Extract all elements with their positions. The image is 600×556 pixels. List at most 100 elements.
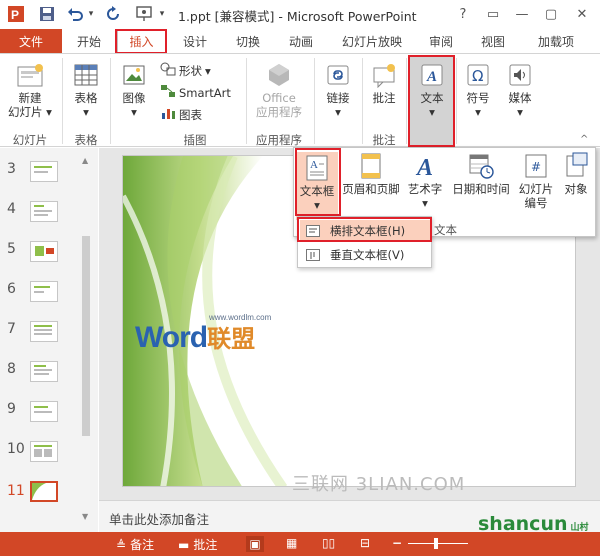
new-slide-label-2: 幻灯片 ▾: [8, 105, 52, 119]
ribbon-separator: [62, 58, 63, 144]
maximize-button[interactable]: ▢: [540, 4, 562, 24]
shancun-suffix: 山村: [570, 523, 589, 533]
slide-thumbnail[interactable]: [30, 441, 58, 462]
menu-item-horizontal-textbox[interactable]: 横排文本框(H): [300, 220, 430, 242]
office-apps-button[interactable]: Office 应用程序: [250, 62, 308, 119]
shancun-watermark: shancun 山村: [478, 513, 589, 535]
slide-thumbnail[interactable]: [30, 401, 58, 422]
scroll-down-icon[interactable]: ▼: [82, 512, 88, 521]
symbol-label: 符号: [466, 91, 490, 105]
scrollbar-thumb[interactable]: [82, 236, 90, 436]
ribbon-display-button[interactable]: ▭: [482, 4, 504, 24]
powerpoint-logo-icon[interactable]: P: [6, 5, 26, 23]
close-button[interactable]: ✕: [571, 4, 593, 24]
collapse-ribbon-icon[interactable]: ^: [580, 134, 588, 145]
zoom-out-button[interactable]: −: [392, 536, 402, 550]
image-button[interactable]: 图像 ▾: [114, 62, 154, 119]
tab-design[interactable]: 设计: [178, 29, 212, 53]
new-slide-button[interactable]: 新建 幻灯片 ▾: [4, 62, 56, 119]
slide-number: 4: [7, 201, 16, 217]
slide-number-button[interactable]: # 幻灯片 编号: [516, 152, 556, 210]
svg-text:A: A: [415, 155, 433, 180]
tab-view[interactable]: 视图: [476, 29, 510, 53]
comments-icon: ▬: [178, 537, 190, 552]
undo-icon[interactable]: [66, 5, 84, 23]
office-apps-label-2: 应用程序: [256, 105, 302, 119]
slide-number: 3: [7, 161, 16, 177]
tab-insert[interactable]: 插入: [117, 29, 166, 53]
text-button[interactable]: A 文本 ▾: [410, 57, 454, 145]
shapes-button[interactable]: 形状 ▾: [160, 62, 211, 79]
notes-toggle-button[interactable]: ≜ 备注: [116, 536, 154, 553]
zoom-slider-thumb[interactable]: [434, 538, 438, 549]
customize-qat-icon[interactable]: ▾: [156, 5, 168, 23]
tab-transitions[interactable]: 切换: [231, 29, 265, 53]
minimize-button[interactable]: —: [511, 4, 533, 24]
datetime-button[interactable]: 日期和时间: [448, 152, 514, 196]
text-label: 文本: [420, 91, 444, 105]
tab-home[interactable]: 开始: [72, 29, 106, 53]
logo-cn-text: 联盟: [207, 325, 256, 353]
header-footer-button[interactable]: 页眉和页脚: [340, 152, 402, 196]
slide-thumbnail[interactable]: [30, 281, 58, 302]
calendar-clock-icon: [467, 152, 495, 180]
new-slide-icon: [15, 62, 45, 88]
table-button[interactable]: 表格 ▾: [66, 62, 106, 119]
office-apps-label-1: Office: [262, 91, 296, 105]
shapes-label: 形状: [179, 63, 202, 78]
slide-thumbnail[interactable]: [30, 241, 58, 262]
textbox-button[interactable]: A 文本框 ▾: [296, 152, 338, 220]
comments-toggle-button[interactable]: ▬ 批注: [178, 536, 217, 553]
tab-addins[interactable]: 加载项: [530, 29, 582, 53]
slide-sorter-button[interactable]: ▦: [286, 536, 297, 550]
tab-slideshow[interactable]: 幻灯片放映: [336, 29, 408, 53]
link-button[interactable]: 链接 ▾: [318, 62, 358, 119]
tab-animations[interactable]: 动画: [284, 29, 318, 53]
smartart-button[interactable]: SmartArt: [160, 84, 231, 101]
table-label: 表格: [74, 91, 98, 105]
slide-number-label-1: 幻灯片: [518, 182, 554, 196]
repeat-icon[interactable]: [104, 5, 122, 23]
svg-text:Ω: Ω: [472, 67, 483, 85]
group-label-comments: 批注: [372, 133, 396, 147]
title-bar: P ▾ ▾ 1.ppt [兼容模式] - Microsoft PowerPoin…: [0, 0, 600, 29]
header-footer-label: 页眉和页脚: [342, 182, 400, 196]
undo-dropdown-icon[interactable]: ▾: [86, 5, 96, 23]
smartart-label: SmartArt: [179, 85, 231, 100]
text-dropdown-icon: ▾: [429, 105, 435, 119]
ribbon-tabs: 文件 开始 插入 设计 切换 动画 幻灯片放映 审阅 视图 加载项: [0, 29, 600, 53]
slide-thumbnail[interactable]: [30, 161, 58, 182]
slide-thumbnail[interactable]: [30, 361, 58, 382]
ribbon-separator: [110, 58, 111, 144]
object-button[interactable]: 对象: [558, 152, 594, 196]
chart-label: 图表: [179, 107, 202, 122]
chart-button[interactable]: 图表: [160, 106, 202, 123]
window-title: 1.ppt [兼容模式] - Microsoft PowerPoint: [178, 9, 417, 24]
thumbnail-scrollbar[interactable]: ▲ ▼: [80, 156, 92, 526]
slide-number: 5: [7, 241, 16, 257]
zoom-slider[interactable]: [408, 543, 468, 544]
tab-review[interactable]: 审阅: [424, 29, 458, 53]
ribbon-separator: [314, 58, 315, 144]
textbox-label: 文本框: [299, 184, 335, 198]
wordart-button[interactable]: A 艺术字 ▾: [404, 152, 446, 210]
media-button[interactable]: 媒体 ▾: [500, 62, 540, 119]
slide-thumbnail[interactable]: [30, 201, 58, 222]
notes-toggle-label: 备注: [130, 538, 155, 552]
symbol-button[interactable]: Ω 符号 ▾: [460, 62, 496, 119]
link-label: 链接: [326, 91, 350, 105]
tab-file[interactable]: 文件: [0, 29, 62, 53]
comment-button[interactable]: 批注: [366, 62, 402, 105]
help-button[interactable]: ?: [452, 4, 474, 24]
reading-view-button[interactable]: ▯▯: [322, 536, 335, 550]
menu-item-vertical-textbox[interactable]: 垂直文本框(V): [300, 244, 430, 266]
shancun-text: shancun: [478, 513, 568, 535]
slideshow-view-button[interactable]: ⊟: [360, 536, 370, 550]
save-icon[interactable]: [38, 5, 56, 23]
scroll-up-icon[interactable]: ▲: [82, 156, 88, 165]
slide-thumbnail[interactable]: [30, 321, 58, 342]
svg-text:A: A: [426, 69, 437, 85]
normal-view-button[interactable]: ▣: [246, 536, 264, 552]
slide-thumbnail-selected[interactable]: [30, 481, 58, 502]
start-presentation-icon[interactable]: [134, 5, 154, 23]
